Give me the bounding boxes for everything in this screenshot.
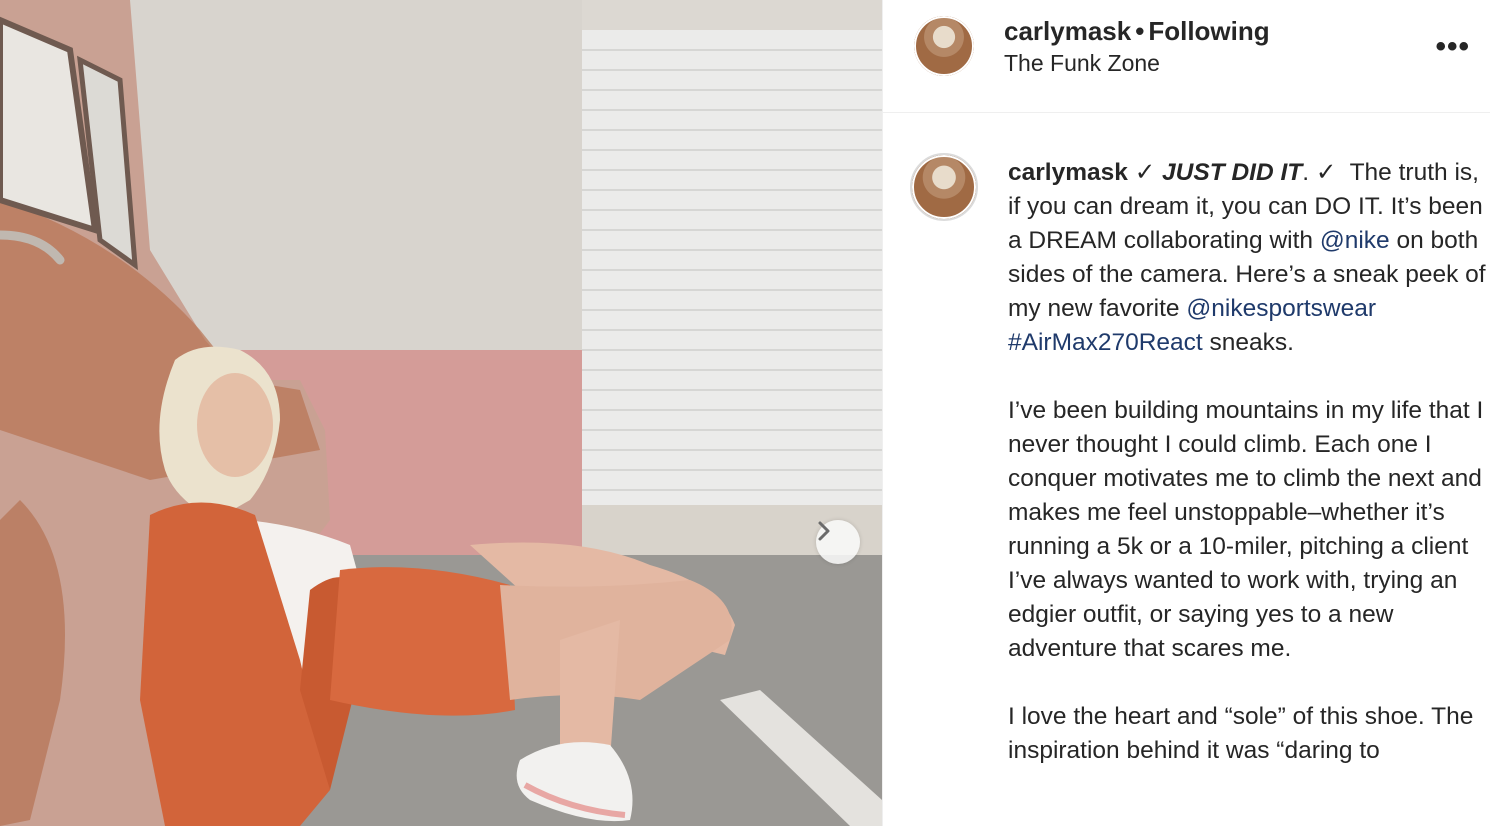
check-icon: ✓ [1134, 159, 1156, 186]
caption-text: carlymask ✓ JUST DID IT. ✓ The truth is,… [1008, 156, 1490, 802]
chevron-right-icon [818, 521, 830, 541]
mention-nike-link[interactable]: @nike [1320, 227, 1390, 254]
caption-text-1c: sneaks. [1209, 329, 1294, 356]
carousel-next-button[interactable] [816, 520, 860, 564]
caption-paragraph-1: carlymask ✓ JUST DID IT. ✓ The truth is,… [1008, 156, 1490, 360]
header-username-row: carlymask • Following [1004, 16, 1270, 47]
caption-paragraph-2: I’ve been building mountains in my life … [1008, 397, 1484, 662]
avatar[interactable] [914, 16, 974, 76]
photo-illustration [0, 0, 882, 826]
mention-nikesportswear-link[interactable]: @nikesportswear [1186, 295, 1376, 322]
hashtag-link[interactable]: #AirMax270React [1008, 329, 1203, 356]
username-link[interactable]: carlymask [1004, 16, 1131, 46]
location-link[interactable]: The Funk Zone [1004, 50, 1160, 77]
more-options-icon[interactable]: ••• [1435, 30, 1470, 64]
post-photo[interactable] [0, 0, 882, 826]
caption-username-link[interactable]: carlymask [1008, 159, 1128, 186]
check-icon: ✓ [1315, 159, 1337, 186]
post-header: carlymask • Following The Funk Zone ••• [883, 0, 1490, 113]
caption-headline: JUST DID IT [1162, 159, 1303, 186]
caption-paragraph-3: I love the heart and “sole” of this shoe… [1008, 703, 1474, 764]
separator-dot: • [1135, 16, 1145, 46]
post-side-panel: carlymask • Following The Funk Zone ••• ca… [882, 0, 1490, 826]
caption-period: . [1302, 159, 1310, 186]
follow-status-button[interactable]: Following [1148, 16, 1269, 46]
caption-avatar[interactable] [910, 153, 978, 221]
